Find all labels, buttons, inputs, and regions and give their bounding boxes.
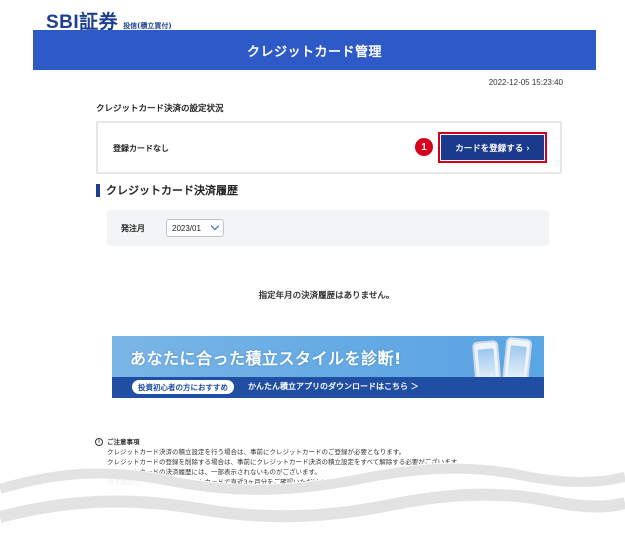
empty-history-message: 指定年月の決済履歴はありません。 [258,291,395,301]
info-icon: i [95,438,103,446]
page-title: クレジットカード管理 [246,44,382,60]
torn-edge-overlay [0,462,625,537]
page-header-banner: クレジットカード管理 [33,30,596,70]
notes-heading: i ご注意事項 [95,437,463,447]
app-promo-banner[interactable]: あなたに合った積立スタイルを診断! 投資初心者の方におすすめ かんたん積立アプリ… [112,336,544,398]
card-registration-panel: 登録カードなし 1 カードを登録する › [96,121,562,174]
order-month-value: 2023/01 [172,223,201,233]
chevron-down-icon [210,221,220,231]
notes-title: ご注意事項 [107,438,140,446]
timestamp: 2022-12-05 15:23:40 [488,78,563,87]
register-card-button[interactable]: カードを登録する › [438,132,547,163]
order-month-select[interactable]: 2023/01 [166,219,224,237]
promo-download-link[interactable]: かんたん積立アプリのダウンロードはこちら ＞ [248,381,419,392]
settings-status-heading: クレジットカード決済の設定状況 [96,104,224,114]
card-status-text: 登録カードなし [113,144,169,153]
promo-beginner-pill: 投資初心者の方におすすめ [132,380,234,394]
step-number-badge: 1 [415,138,433,156]
payment-history-title: クレジットカード決済履歴 [106,184,238,197]
promo-headline: あなたに合った積立スタイルを診断! [130,349,402,368]
order-month-filter: 発注月 2023/01 [107,210,549,246]
payment-history-heading: クレジットカード決済履歴 [96,182,238,198]
order-month-label: 発注月 [121,224,145,233]
heading-accent-bar [96,183,100,197]
